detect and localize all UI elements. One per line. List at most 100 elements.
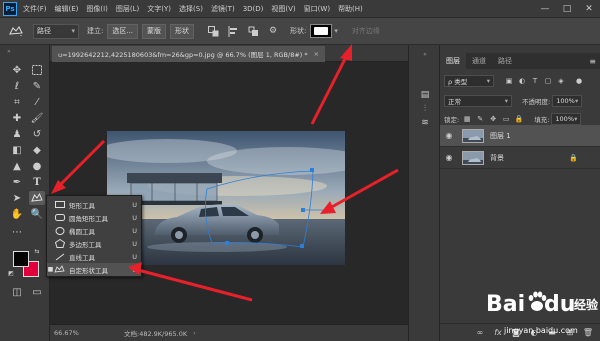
- make-shape-button[interactable]: 形状: [170, 23, 195, 39]
- blur-tool-icon[interactable]: ▲: [9, 159, 25, 173]
- filter-type-icon[interactable]: T: [530, 76, 540, 86]
- menu-image[interactable]: 图像(I): [86, 4, 108, 14]
- paint-bucket-tool-icon[interactable]: ◆: [29, 143, 45, 157]
- chevron-down-icon: ▾: [486, 77, 490, 85]
- flyout-item-polygon[interactable]: 多边形工具 U: [47, 237, 141, 250]
- shape-picker-chevron-icon[interactable]: ▾: [334, 27, 338, 35]
- default-colors-icon[interactable]: ◩: [7, 269, 15, 277]
- visibility-eye-icon[interactable]: ◉: [444, 153, 454, 163]
- custom-shape-tool-icon[interactable]: [29, 191, 45, 205]
- fill-input[interactable]: 100% ▾: [551, 113, 582, 125]
- history-brush-tool-icon[interactable]: ↺: [29, 127, 45, 141]
- brush-tool-icon[interactable]: 🖌: [29, 111, 45, 125]
- menu-help[interactable]: 帮助(H): [338, 4, 363, 14]
- status-menu-arrow-icon[interactable]: ›: [193, 329, 196, 337]
- flyout-item-line[interactable]: 直线工具 U: [47, 250, 141, 263]
- layer-filter-row: ρ 类型 ▾ ▣ ◐ T ▢ ◈ ●: [440, 73, 600, 89]
- gear-icon[interactable]: ⚙: [266, 24, 280, 38]
- path-arrangement-icon[interactable]: [246, 24, 260, 38]
- foreground-color-swatch[interactable]: [13, 251, 29, 267]
- filter-smart-object-icon[interactable]: ◈: [556, 76, 566, 86]
- quick-selection-tool-icon[interactable]: ✎: [29, 79, 45, 93]
- menu-edit[interactable]: 编辑(E): [55, 4, 79, 14]
- lock-transparent-pixels-icon[interactable]: ▦: [462, 114, 472, 124]
- hand-tool-icon[interactable]: ✋: [9, 207, 25, 221]
- layer-name: 图层 1: [490, 131, 511, 140]
- lasso-tool-icon[interactable]: ℓ: [9, 79, 25, 93]
- filter-pixel-icon[interactable]: ▣: [504, 76, 514, 86]
- menu-window[interactable]: 窗口(W): [304, 4, 330, 14]
- type-tool-icon[interactable]: T: [29, 175, 45, 189]
- tab-channels[interactable]: 通道: [466, 53, 492, 69]
- screen-mode-icon[interactable]: ▭: [29, 285, 45, 299]
- collapse-panels-icon[interactable]: «: [418, 48, 432, 60]
- panel-menu-icon[interactable]: ≡: [589, 53, 596, 69]
- flyout-item-ellipse[interactable]: 椭圆工具 U: [47, 224, 141, 237]
- zoom-level[interactable]: 66.67%: [54, 329, 94, 337]
- filter-adjustment-icon[interactable]: ◐: [517, 76, 527, 86]
- swap-colors-icon[interactable]: ⇆: [33, 247, 41, 255]
- collapse-toolbar-icon[interactable]: »: [4, 47, 14, 55]
- path-alignment-icon[interactable]: [226, 24, 240, 38]
- path-selection-tool-icon[interactable]: ➤: [9, 191, 25, 205]
- tab-paths[interactable]: 路径: [492, 53, 518, 69]
- menu-filter[interactable]: 滤镜(T): [211, 4, 235, 14]
- lock-artboard-icon[interactable]: ▭: [501, 114, 511, 124]
- quick-mask-icon[interactable]: ◫: [9, 285, 25, 299]
- layer-thumbnail: [462, 150, 484, 165]
- pen-tool-icon[interactable]: ✒: [9, 175, 25, 189]
- dodge-tool-icon[interactable]: ●: [29, 159, 45, 173]
- visibility-eye-icon[interactable]: ◉: [444, 131, 454, 141]
- eraser-tool-icon[interactable]: ◧: [9, 143, 25, 157]
- crop-tool-icon[interactable]: ⌗: [9, 95, 25, 109]
- blend-mode-select[interactable]: 正常 ▾: [444, 95, 512, 107]
- filter-shape-icon[interactable]: ▢: [543, 76, 553, 86]
- layer-row-layer-1[interactable]: ◉ 图层 1: [440, 125, 600, 147]
- make-selection-button[interactable]: 选区...: [107, 23, 139, 39]
- healing-brush-tool-icon[interactable]: ✚: [9, 111, 25, 125]
- close-button[interactable]: ✕: [578, 0, 600, 18]
- maximize-button[interactable]: □: [556, 0, 578, 18]
- document-tab[interactable]: u=1992642212,4225180603&fm=26&gp=0.jpg @…: [52, 46, 326, 62]
- layer-row-background[interactable]: ◉ 背景 🔒: [440, 147, 600, 169]
- filter-toggle-icon[interactable]: ●: [574, 76, 584, 86]
- layer-filter-value: ρ 类型: [448, 78, 468, 86]
- car-photo[interactable]: [107, 131, 345, 265]
- history-panel-icon[interactable]: ▤: [418, 89, 432, 101]
- flyout-item-custom-shape[interactable]: ■ 自定形状工具 U: [47, 263, 141, 276]
- clone-stamp-tool-icon[interactable]: ♟: [9, 127, 25, 141]
- path-operations-icon[interactable]: [206, 24, 220, 38]
- eyedropper-tool-icon[interactable]: ⁄: [29, 95, 45, 109]
- menu-3d[interactable]: 3D(D): [243, 5, 264, 13]
- marquee-tool-icon[interactable]: [29, 63, 45, 77]
- link-layers-icon[interactable]: ∞: [474, 327, 486, 339]
- align-edges-checkbox[interactable]: 对齐边缘: [352, 26, 380, 36]
- properties-panel-icon[interactable]: ⫶: [418, 103, 432, 115]
- more-tools-icon[interactable]: ⋯: [9, 225, 25, 239]
- menu-type[interactable]: 文字(Y): [147, 4, 171, 14]
- close-tab-icon[interactable]: ×: [314, 50, 319, 58]
- opacity-input[interactable]: 100% ▾: [552, 95, 583, 107]
- flyout-item-rectangle[interactable]: 矩形工具 U: [47, 198, 141, 211]
- menu-view[interactable]: 视图(V): [271, 4, 295, 14]
- custom-shape-tool-preset-icon[interactable]: [5, 22, 27, 40]
- move-tool-icon[interactable]: ✥: [9, 63, 25, 77]
- menu-select[interactable]: 选择(S): [179, 4, 203, 14]
- flyout-item-rounded-rectangle[interactable]: 圆角矩形工具 U: [47, 211, 141, 224]
- tab-layers[interactable]: 图层: [440, 53, 466, 69]
- lock-position-icon[interactable]: ✥: [488, 114, 498, 124]
- make-mask-button[interactable]: 蒙版: [142, 23, 167, 39]
- adjustments-panel-icon[interactable]: ≋: [418, 117, 432, 129]
- menu-file[interactable]: 文件(F): [23, 4, 47, 14]
- layer-filter-select[interactable]: ρ 类型 ▾: [444, 75, 494, 87]
- menu-layer[interactable]: 图层(L): [116, 4, 139, 14]
- lock-image-pixels-icon[interactable]: ✎: [475, 114, 485, 124]
- minimize-button[interactable]: —: [534, 0, 556, 18]
- zoom-tool-icon[interactable]: 🔍: [29, 207, 45, 221]
- canvas-area[interactable]: [50, 62, 408, 324]
- car-photo-illustration: [107, 131, 345, 265]
- tool-mode-select[interactable]: 路径 ▾: [33, 23, 79, 39]
- baidu-jingyan-watermark: Bai du 经验 jingyan.baidu.com: [486, 286, 600, 341]
- lock-all-icon[interactable]: 🔒: [514, 114, 524, 124]
- shape-picker-swatch[interactable]: [310, 24, 333, 38]
